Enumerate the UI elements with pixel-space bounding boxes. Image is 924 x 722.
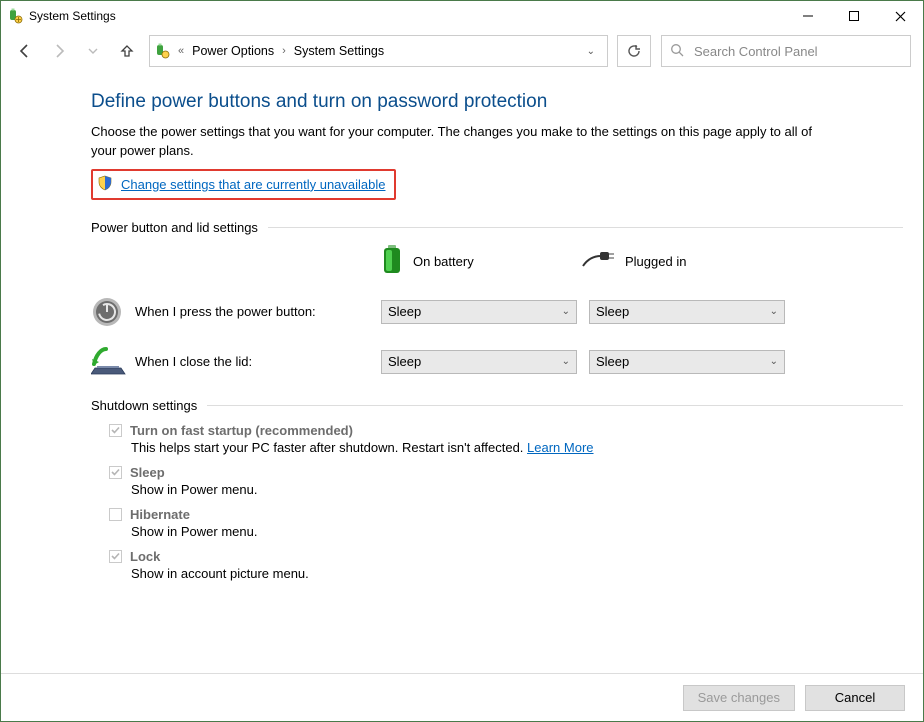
recent-button[interactable] [81, 39, 105, 63]
body: Define power buttons and turn on passwor… [1, 71, 923, 673]
combo-value: Sleep [596, 304, 629, 319]
sleep-desc: Show in Power menu. [131, 482, 903, 497]
shutdown-group: Shutdown settings Turn on fast startup (… [91, 398, 903, 581]
chevron-down-icon: ⌄ [562, 306, 570, 317]
close-button[interactable] [877, 1, 923, 31]
chevron-down-icon: ⌄ [562, 356, 570, 367]
column-battery-label: On battery [413, 254, 474, 269]
lock-checkbox[interactable] [109, 550, 122, 563]
save-changes-button[interactable]: Save changes [683, 685, 795, 711]
search-input[interactable] [692, 43, 902, 60]
address-icon [154, 43, 170, 59]
plug-icon [581, 250, 615, 273]
page-intro: Choose the power settings that you want … [91, 123, 831, 161]
battery-icon [381, 245, 403, 278]
search-icon [670, 43, 684, 60]
combo-value: Sleep [388, 304, 421, 319]
sleep-item: Sleep Show in Power menu. [109, 465, 903, 497]
divider [268, 227, 903, 228]
breadcrumb-item-system-settings[interactable]: System Settings [294, 44, 384, 58]
laptop-lid-icon [91, 346, 123, 378]
power-button-battery-combo[interactable]: Sleep ⌄ [381, 300, 577, 324]
content: Define power buttons and turn on passwor… [1, 71, 923, 673]
lock-desc: Show in account picture menu. [131, 566, 903, 581]
column-header-row: On battery Plugged in [91, 245, 903, 278]
forward-button[interactable] [47, 39, 71, 63]
fast-startup-checkbox[interactable] [109, 424, 122, 437]
window-title: System Settings [29, 9, 116, 23]
change-settings-highlight: Change settings that are currently unava… [91, 169, 396, 200]
window: System Settings [0, 0, 924, 722]
app-icon [7, 8, 23, 24]
search-box[interactable] [661, 35, 911, 67]
close-lid-row: When I close the lid: Sleep ⌄ Sleep ⌄ [91, 346, 903, 378]
hibernate-label: Hibernate [130, 507, 190, 522]
column-plugged-label: Plugged in [625, 254, 686, 269]
breadcrumb-item-power-options[interactable]: Power Options [192, 44, 274, 58]
change-settings-link[interactable]: Change settings that are currently unava… [121, 177, 386, 192]
hibernate-checkbox[interactable] [109, 508, 122, 521]
hibernate-desc: Show in Power menu. [131, 524, 903, 539]
fast-startup-label: Turn on fast startup (recommended) [130, 423, 353, 438]
minimize-button[interactable] [785, 1, 831, 31]
hibernate-item: Hibernate Show in Power menu. [109, 507, 903, 539]
address-dropdown-icon[interactable]: ⌄ [579, 46, 603, 57]
breadcrumb-root-chevron[interactable]: « [176, 45, 186, 57]
learn-more-link[interactable]: Learn More [527, 440, 593, 455]
fast-startup-desc: This helps start your PC faster after sh… [131, 440, 527, 455]
back-button[interactable] [13, 39, 37, 63]
sleep-checkbox[interactable] [109, 466, 122, 479]
lock-label: Lock [130, 549, 160, 564]
page-heading: Define power buttons and turn on passwor… [91, 91, 903, 113]
fast-startup-item: Turn on fast startup (recommended) This … [109, 423, 903, 455]
footer: Save changes Cancel [1, 673, 923, 721]
titlebar: System Settings [1, 1, 923, 31]
power-button-row: When I press the power button: Sleep ⌄ S… [91, 296, 903, 328]
cancel-button[interactable]: Cancel [805, 685, 905, 711]
shield-icon [97, 175, 113, 194]
sleep-label: Sleep [130, 465, 165, 480]
lock-item: Lock Show in account picture menu. [109, 549, 903, 581]
power-button-group: Power button and lid settings [91, 220, 903, 378]
power-button-group-label: Power button and lid settings [91, 220, 258, 235]
chevron-down-icon: ⌄ [770, 356, 778, 367]
power-button-row-label: When I press the power button: [135, 304, 316, 319]
power-button-icon [91, 296, 123, 328]
chevron-down-icon: ⌄ [770, 306, 778, 317]
combo-value: Sleep [388, 354, 421, 369]
close-lid-plugged-combo[interactable]: Sleep ⌄ [589, 350, 785, 374]
combo-value: Sleep [596, 354, 629, 369]
close-lid-battery-combo[interactable]: Sleep ⌄ [381, 350, 577, 374]
up-button[interactable] [115, 39, 139, 63]
breadcrumb-chevron-icon[interactable]: › [280, 45, 288, 57]
maximize-button[interactable] [831, 1, 877, 31]
power-button-plugged-combo[interactable]: Sleep ⌄ [589, 300, 785, 324]
divider [207, 405, 903, 406]
address-bar[interactable]: « Power Options › System Settings ⌄ [149, 35, 608, 67]
close-lid-row-label: When I close the lid: [135, 354, 252, 369]
refresh-button[interactable] [617, 35, 651, 67]
shutdown-group-label: Shutdown settings [91, 398, 197, 413]
nav-row: « Power Options › System Settings ⌄ [1, 31, 923, 71]
